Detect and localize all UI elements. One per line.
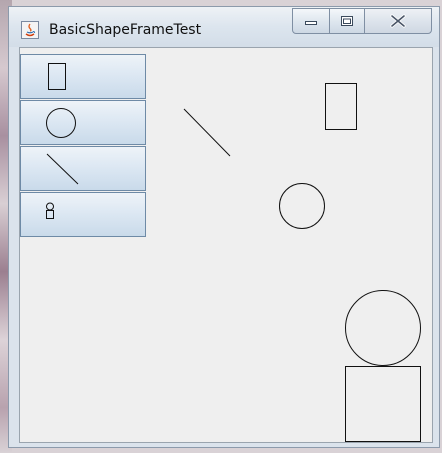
line-icon	[46, 153, 79, 185]
line-shape[interactable]	[183, 108, 231, 157]
rectangle-icon	[48, 63, 66, 90]
circle-icon	[46, 108, 76, 138]
title-bar[interactable]: BasicShapeFrameTest	[9, 7, 439, 47]
composite-tool-button[interactable]	[20, 192, 146, 237]
circle-tool-button[interactable]	[20, 100, 146, 145]
shape-toolbar	[20, 54, 146, 238]
large-rectangle-shape[interactable]	[345, 366, 421, 442]
rectangle-tool-button[interactable]	[20, 54, 146, 99]
minimize-icon	[305, 21, 317, 25]
app-window: BasicShapeFrameTest	[8, 6, 440, 448]
close-icon	[390, 14, 406, 28]
java-icon	[21, 21, 39, 39]
window-title: BasicShapeFrameTest	[49, 22, 202, 38]
drawing-panel[interactable]	[19, 47, 433, 443]
maximize-button[interactable]	[329, 8, 365, 34]
minimize-button[interactable]	[292, 8, 330, 34]
large-circle-shape[interactable]	[345, 290, 421, 366]
maximize-icon	[341, 16, 353, 26]
composite-shape-icon	[46, 202, 54, 219]
close-button[interactable]	[364, 8, 432, 34]
small-circle-shape[interactable]	[279, 183, 325, 229]
line-tool-button[interactable]	[20, 146, 146, 191]
small-rectangle-shape[interactable]	[325, 83, 357, 130]
